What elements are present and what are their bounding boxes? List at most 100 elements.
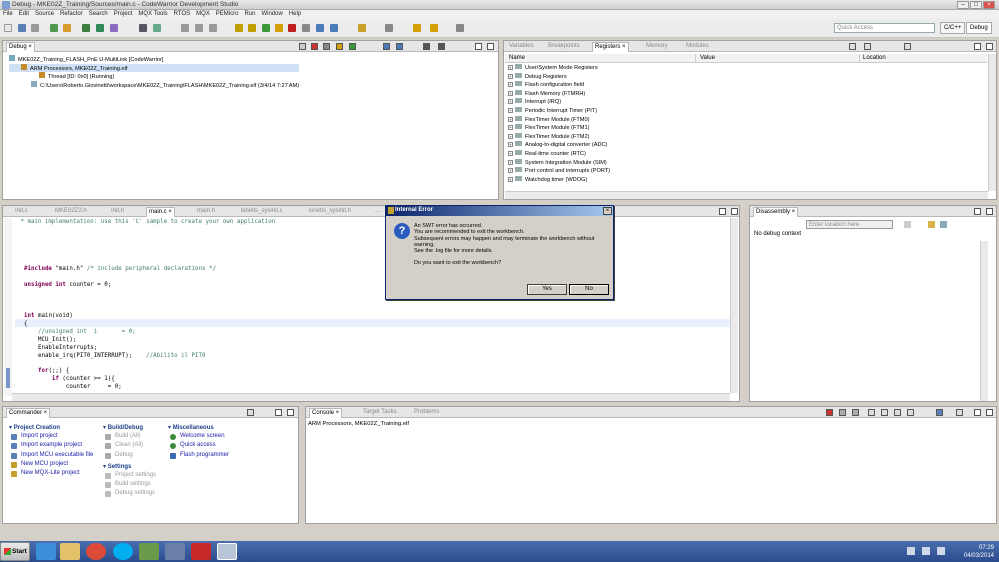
register-group-row[interactable]: + FlexTimer Module (FTM2)	[508, 132, 610, 142]
add-register-group-icon[interactable]	[904, 43, 911, 50]
maximize-registers-icon[interactable]	[986, 43, 993, 50]
expand-icon[interactable]: +	[508, 116, 513, 122]
tree-item-thread[interactable]: Thread [ID: 0x0] (Running)	[9, 72, 299, 81]
register-group-row[interactable]: + Flash Memory (FTMRH)	[508, 89, 610, 99]
code-line-include[interactable]: #include "main.h" /* include peripheral …	[24, 266, 216, 274]
tab-main-c[interactable]: main.c ×	[146, 207, 175, 217]
code-line-enable-interrupts[interactable]: EnableInterrupts;	[24, 345, 97, 353]
step-return-icon[interactable]	[358, 24, 366, 32]
maximize-disassembly-icon[interactable]	[986, 208, 993, 215]
menu-refactor[interactable]: Refactor	[57, 10, 86, 18]
stop-icon[interactable]	[311, 43, 318, 50]
expand-icon[interactable]: +	[508, 159, 513, 165]
code-line-enable-irq[interactable]: enable_irq(PIT0_INTERRUPT); //Abilito il…	[24, 353, 206, 361]
disconnect-debug-icon[interactable]	[323, 43, 330, 50]
link-icon[interactable]	[209, 24, 217, 32]
pin-icon[interactable]	[456, 24, 464, 32]
col-value[interactable]: Value	[700, 55, 715, 61]
minimize-registers-icon[interactable]	[974, 43, 981, 50]
register-group-row[interactable]: + User/System Mode Registers	[508, 64, 610, 73]
close-button[interactable]: ×	[983, 1, 995, 9]
register-group-row[interactable]: + Interrupt (IRQ)	[508, 98, 610, 107]
settings-title[interactable]: ▾ Settings	[103, 463, 163, 472]
remove-terminated-icon[interactable]	[299, 43, 306, 50]
expand-icon[interactable]: +	[508, 82, 513, 88]
menu-search[interactable]: Search	[86, 10, 111, 18]
import-mcu-link[interactable]: Import MCU executable file	[9, 452, 99, 461]
pause-icon[interactable]	[275, 24, 283, 32]
nav-icon[interactable]	[385, 24, 393, 32]
registers-hscroll[interactable]	[505, 191, 988, 199]
register-group-row[interactable]: + Debug Registers	[508, 72, 610, 82]
disassembly-vscroll[interactable]	[980, 241, 988, 401]
app-icon-window[interactable]	[165, 543, 185, 560]
quick-access-input[interactable]: Quick Access	[834, 23, 935, 33]
dialog-title-bar[interactable]: Internal Error	[386, 206, 613, 216]
build-settings-link[interactable]: Build settings	[103, 481, 163, 490]
expand-icon[interactable]: +	[508, 73, 513, 79]
clean-link[interactable]: Clean (All)	[103, 442, 163, 451]
step-over-debug-icon[interactable]	[396, 43, 403, 50]
minimize-editor-icon[interactable]	[719, 208, 726, 215]
link-editor-icon[interactable]	[928, 221, 935, 228]
code-line-if[interactable]: if (counter >= 1){	[24, 376, 115, 384]
misc-title[interactable]: ▾ Miscellaneous	[168, 424, 288, 433]
register-group-row[interactable]: + Real-time counter (RTC)	[508, 149, 610, 159]
instruction-step-icon[interactable]	[423, 43, 430, 50]
menu-window[interactable]: Window	[258, 10, 285, 18]
register-group-row[interactable]: + FlexTimer Module (FTM1)	[508, 124, 610, 133]
debug-settings-link[interactable]: Debug settings	[103, 490, 163, 499]
tab-commander[interactable]: Commander ×	[6, 408, 51, 418]
minimize-console-icon[interactable]	[974, 409, 981, 416]
tab-modules[interactable]: Modules	[684, 42, 711, 52]
start-button[interactable]: Start	[0, 542, 30, 561]
tab-disassembly[interactable]: Disassembly ×	[753, 207, 799, 217]
code-line-brace[interactable]: {	[24, 321, 28, 329]
register-group-row[interactable]: + Port control and interrupts (PORT)	[508, 167, 610, 176]
display-console-icon[interactable]	[936, 409, 943, 416]
menu-mqx[interactable]: MQX	[193, 10, 213, 18]
build-link[interactable]: Build (All)	[103, 433, 163, 442]
register-group-row[interactable]: + Flash configuration field	[508, 81, 610, 90]
registers-vscroll[interactable]	[988, 54, 996, 191]
step-into-icon[interactable]	[316, 24, 324, 32]
welcome-screen-link[interactable]: Welcome screen	[168, 433, 288, 442]
menu-source[interactable]: Source	[32, 10, 57, 18]
code-line-comment[interactable]: * main implementation: use this 'C' samp…	[17, 219, 275, 227]
register-group-row[interactable]: + FlexTimer Module (FTM0)	[508, 115, 610, 125]
refresh-icon[interactable]	[904, 221, 911, 228]
minimize-view-icon[interactable]	[475, 43, 482, 50]
minimize-disassembly-icon[interactable]	[974, 208, 981, 215]
taskbar-clock[interactable]: 07:29 04/03/2014	[905, 542, 999, 562]
menu-pemicro[interactable]: PEMicro	[213, 10, 242, 18]
chrome-icon[interactable]	[86, 543, 106, 560]
new-icon[interactable]	[4, 24, 12, 32]
console-remove-icon[interactable]	[839, 409, 846, 416]
code-line-counter[interactable]: unsigned int counter = 0;	[24, 282, 111, 290]
menu-edit[interactable]: Edit	[16, 10, 32, 18]
step-into-debug-icon[interactable]	[383, 43, 390, 50]
perspective-cpp[interactable]: C/C++	[940, 22, 966, 34]
col-location[interactable]: Location	[863, 55, 886, 61]
debug-icon[interactable]	[82, 24, 90, 32]
register-group-row[interactable]: + System Integration Module (SIM)	[508, 158, 610, 168]
register-group-row[interactable]: + Analog-to-digital converter (ADC)	[508, 141, 610, 150]
build-debug-title[interactable]: ▾ Build/Debug	[103, 424, 163, 433]
app-icon-green[interactable]	[139, 543, 159, 560]
editor-hscroll[interactable]	[12, 393, 730, 401]
tab-kinetis-sysinit-h[interactable]: kinetis_sysinit.h	[307, 207, 353, 217]
col-name[interactable]: Name	[509, 55, 525, 61]
import-project-link[interactable]: Import project	[9, 433, 99, 442]
register-group-row[interactable]: + Periodic Interrupt Timer (PIT)	[508, 106, 610, 116]
tab-breakpoints[interactable]: Breakpoints	[546, 42, 582, 52]
layout-icon[interactable]	[864, 43, 871, 50]
maximize-editor-icon[interactable]	[731, 208, 738, 215]
new-mcu-project-link[interactable]: New MCU project	[9, 461, 99, 470]
tab-variables[interactable]: Variables	[507, 42, 536, 52]
import-example-link[interactable]: Import example project	[9, 442, 99, 451]
no-button[interactable]: No	[569, 284, 609, 295]
back-icon[interactable]	[413, 24, 421, 32]
expand-icon[interactable]: +	[508, 90, 513, 96]
minimize-button[interactable]: –	[957, 1, 969, 9]
tab-kinetis-sysinit-c[interactable]: kinetis_sysinit.c	[239, 207, 285, 217]
